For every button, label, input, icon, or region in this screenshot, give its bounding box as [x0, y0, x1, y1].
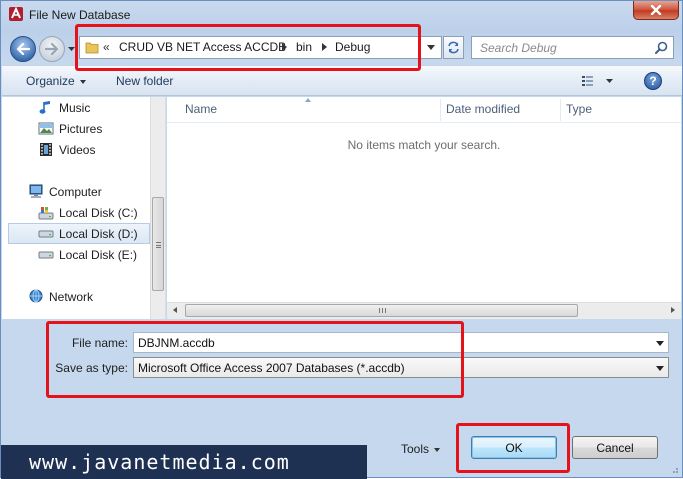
grip-icon [379, 308, 386, 313]
close-button[interactable] [633, 1, 679, 20]
nav-item-label: Network [49, 289, 94, 304]
breadcrumb-item[interactable]: Debug [335, 40, 370, 54]
arrow-left-icon [16, 43, 30, 55]
empty-folder-message: No items match your search. [347, 138, 501, 152]
save-as-type-select[interactable]: Microsoft Office Access 2007 Databases (… [133, 357, 669, 378]
network-icon [28, 289, 44, 305]
grip-icon [156, 242, 161, 248]
view-options-icon [582, 76, 613, 86]
drive-icon [38, 226, 54, 242]
refresh-button[interactable] [443, 36, 464, 59]
nav-item-local-disk-e[interactable]: Local Disk (E:) [2, 244, 150, 265]
column-header-name[interactable]: Name [185, 102, 217, 116]
system-drive-icon [38, 205, 54, 221]
nav-item-videos[interactable]: Videos [2, 139, 150, 160]
column-divider[interactable] [440, 99, 441, 121]
breadcrumb-item[interactable]: CRUD VB NET Access ACCDB [119, 40, 286, 54]
help-button[interactable]: ? [644, 72, 662, 90]
forward-button[interactable] [39, 36, 65, 62]
search-icon[interactable] [655, 41, 668, 57]
navigation-row: « CRUD VB NET Access ACCDB bin Debug Sea… [1, 31, 683, 63]
breadcrumb-item[interactable]: bin [296, 40, 312, 54]
scroll-right-icon[interactable] [671, 307, 675, 313]
change-view-button[interactable] [580, 73, 616, 90]
window-title: File New Database [29, 8, 131, 22]
tools-label: Tools [401, 442, 430, 456]
nav-item-label: Local Disk (C:) [59, 205, 138, 220]
file-name-label: File name: [71, 336, 128, 350]
tools-menu[interactable]: Tools [401, 442, 441, 456]
nav-item-network[interactable]: Network [2, 286, 150, 307]
scrollbar-thumb[interactable] [185, 304, 578, 317]
cancel-button[interactable]: Cancel [572, 436, 658, 459]
chevron-down-icon[interactable] [656, 341, 664, 346]
nav-item-computer[interactable]: Computer [2, 181, 150, 202]
chevron-down-icon [434, 447, 441, 452]
arrow-right-icon [45, 43, 59, 55]
column-header-type[interactable]: Type [566, 102, 592, 116]
nav-item-pictures[interactable]: Pictures [2, 118, 150, 139]
computer-icon [28, 184, 44, 200]
nav-item-music[interactable]: Music [2, 97, 150, 118]
nav-item-label: Computer [49, 184, 102, 199]
scroll-left-icon[interactable] [173, 307, 177, 313]
title-bar: File New Database [1, 1, 683, 29]
pictures-icon [38, 121, 54, 137]
breadcrumb-separator-icon[interactable] [322, 43, 327, 51]
watermark-banner: www.javanetmedia.com [1, 445, 367, 479]
new-folder-button[interactable]: New folder [116, 74, 173, 88]
back-button[interactable] [10, 36, 36, 62]
column-header-row: Name Date modified Type [167, 97, 681, 123]
navigation-pane: Music Pictures Videos Computer Local Dis… [2, 97, 166, 319]
search-box[interactable]: Search Debug [471, 36, 674, 59]
nav-item-local-disk-d[interactable]: Local Disk (D:) [8, 223, 150, 244]
videos-icon [38, 142, 54, 158]
music-icon [38, 100, 54, 116]
address-bar[interactable]: « CRUD VB NET Access ACCDB bin Debug [79, 36, 442, 59]
file-list-pane: Name Date modified Type No items match y… [167, 97, 681, 319]
breadcrumb-separator-icon[interactable] [282, 43, 287, 51]
file-new-database-dialog: File New Database « CRUD VB NET Access A… [0, 0, 683, 479]
file-name-field[interactable]: DBJNM.accdb [133, 332, 669, 353]
access-app-icon [8, 6, 24, 22]
command-toolbar: Organize New folder ? [2, 65, 682, 96]
drive-icon [38, 247, 54, 263]
nav-item-label: Local Disk (E:) [59, 247, 138, 262]
search-input[interactable]: Search Debug [480, 41, 557, 55]
column-header-date-modified[interactable]: Date modified [446, 102, 520, 116]
resize-grip-icon[interactable] [669, 464, 679, 474]
save-as-type-value: Microsoft Office Access 2007 Databases (… [138, 361, 405, 375]
nav-item-label: Music [59, 100, 91, 115]
refresh-icon [448, 41, 459, 54]
chevron-down-icon [656, 366, 664, 371]
sort-ascending-icon [305, 98, 311, 102]
scrollbar-thumb[interactable] [152, 197, 164, 291]
breadcrumb-overflow[interactable]: « [103, 40, 110, 54]
nav-item-label: Local Disk (D:) [59, 226, 138, 241]
file-list-horizontal-scrollbar[interactable] [167, 302, 681, 319]
nav-item-label: Pictures [59, 121, 103, 136]
nav-item-label: Videos [59, 142, 96, 157]
file-name-value: DBJNM.accdb [138, 336, 215, 350]
navigation-pane-scrollbar[interactable] [150, 97, 165, 319]
address-dropdown-icon[interactable] [427, 45, 435, 50]
chevron-down-icon [79, 79, 86, 84]
column-divider[interactable] [560, 99, 561, 121]
recent-pages-dropdown-icon[interactable] [67, 45, 76, 53]
folder-icon [85, 41, 99, 57]
ok-button[interactable]: OK [471, 436, 557, 459]
close-icon [650, 5, 662, 15]
save-as-type-label: Save as type: [55, 361, 128, 375]
nav-item-local-disk-c[interactable]: Local Disk (C:) [2, 202, 150, 223]
organize-menu[interactable]: Organize [26, 74, 86, 88]
organize-label: Organize [26, 74, 75, 88]
